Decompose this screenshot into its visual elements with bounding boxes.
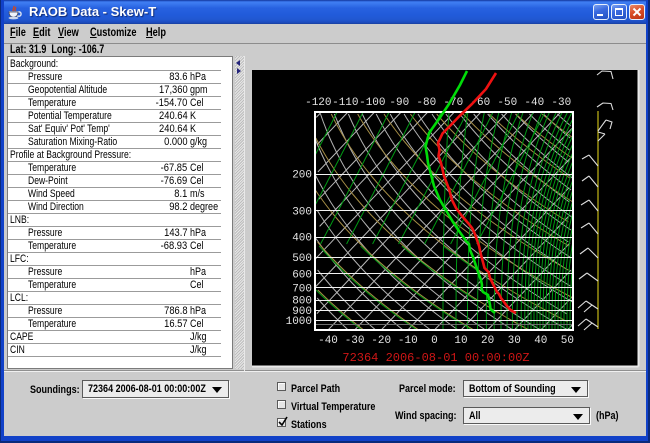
svg-text:20: 20: [481, 335, 494, 347]
svg-text:1000: 1000: [286, 316, 312, 328]
svg-text:-100: -100: [359, 97, 385, 109]
svg-text:700: 700: [292, 283, 312, 295]
svg-text:-20: -20: [371, 335, 391, 347]
svg-text:40: 40: [534, 335, 547, 347]
svg-text:72364 2006-08-01 00:00:00Z: 72364 2006-08-01 00:00:00Z: [342, 351, 529, 365]
svg-text:-80: -80: [416, 97, 436, 109]
svg-text:-110: -110: [332, 97, 358, 109]
svg-text:-30: -30: [345, 335, 365, 347]
svg-text:-50: -50: [497, 97, 517, 109]
svg-text:400: 400: [292, 233, 312, 245]
svg-text:500: 500: [292, 253, 312, 265]
svg-text:-40: -40: [318, 335, 338, 347]
svg-text:600: 600: [292, 269, 312, 281]
svg-text:-40: -40: [524, 97, 544, 109]
svg-text:30: 30: [508, 335, 521, 347]
svg-text:-10: -10: [398, 335, 418, 347]
svg-text:-30: -30: [551, 97, 571, 109]
svg-text:50: 50: [561, 335, 574, 347]
svg-text:200: 200: [292, 170, 312, 182]
svg-text:-120: -120: [305, 97, 331, 109]
svg-text:-90: -90: [389, 97, 409, 109]
svg-text:10: 10: [454, 335, 467, 347]
svg-text:0: 0: [431, 335, 438, 347]
svg-text:300: 300: [292, 207, 312, 219]
